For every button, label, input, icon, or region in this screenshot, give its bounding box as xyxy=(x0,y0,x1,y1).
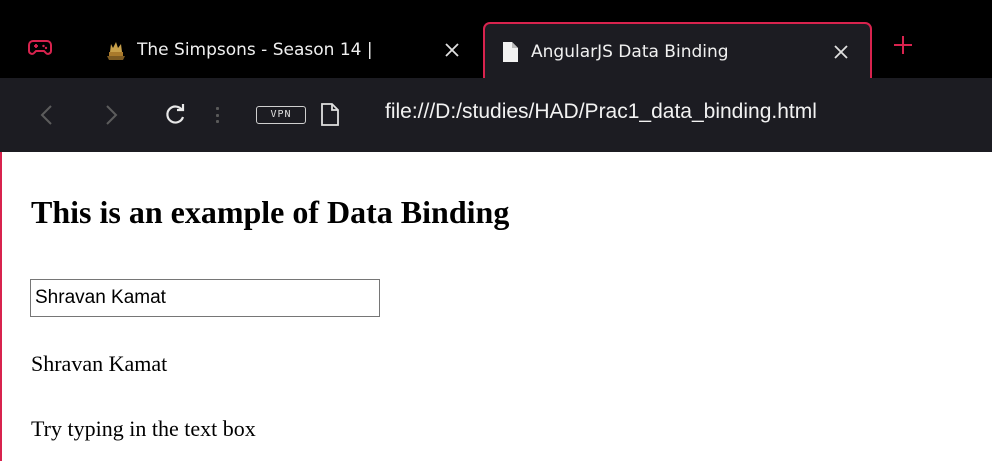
tab-simpsons[interactable]: The Simpsons - Season 14 | xyxy=(95,22,481,78)
instruction-text: Try typing in the text box xyxy=(31,416,256,441)
close-tab-button[interactable] xyxy=(832,43,850,61)
address-url[interactable]: file:///D:/studies/HAD/Prac1_data_bindin… xyxy=(385,100,817,124)
page-info-icon[interactable] xyxy=(320,102,340,127)
page-content: This is an example of Data Binding Shrav… xyxy=(0,152,992,461)
name-text-input[interactable] xyxy=(30,279,380,317)
close-icon xyxy=(834,44,848,59)
toolbar-separator xyxy=(216,107,219,123)
window-border xyxy=(0,152,2,461)
simpsons-favicon xyxy=(107,42,125,60)
tab-strip: The Simpsons - Season 14 | AngularJS Dat… xyxy=(0,0,992,79)
forward-arrow-icon[interactable] xyxy=(100,102,122,128)
tab-title: AngularJS Data Binding xyxy=(531,41,729,62)
new-tab-plus-icon[interactable] xyxy=(892,34,914,56)
game-controller-icon[interactable] xyxy=(28,36,52,58)
bound-name-output: Shravan Kamat xyxy=(31,351,168,376)
address-toolbar: VPN file:///D:/studies/HAD/Prac1_data_bi… xyxy=(0,78,992,152)
close-icon xyxy=(445,43,459,57)
tab-angularjs-data-binding[interactable]: AngularJS Data Binding xyxy=(483,22,872,79)
document-icon xyxy=(503,41,518,62)
page-heading: This is an example of Data Binding xyxy=(31,194,510,230)
close-tab-button[interactable] xyxy=(443,41,461,59)
back-arrow-icon[interactable] xyxy=(36,102,58,128)
browser-window: The Simpsons - Season 14 | AngularJS Dat… xyxy=(0,0,992,461)
reload-icon[interactable] xyxy=(164,102,186,128)
tab-title: The Simpsons - Season 14 | xyxy=(137,40,373,60)
vpn-badge[interactable]: VPN xyxy=(256,106,306,124)
